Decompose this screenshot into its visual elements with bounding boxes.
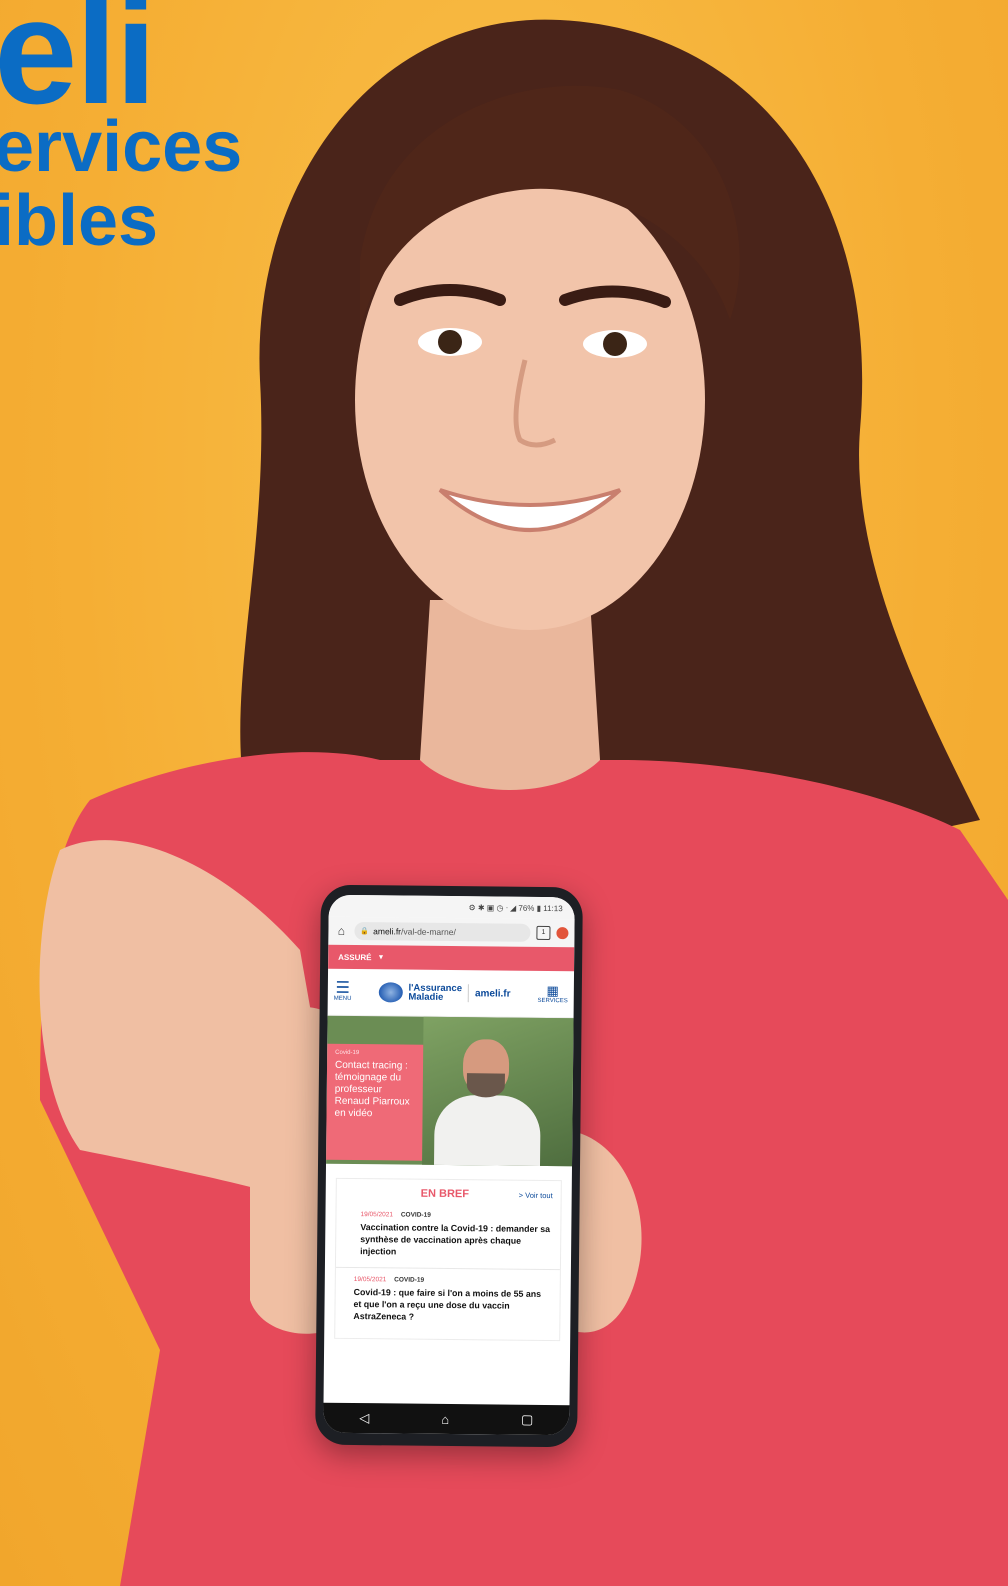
news-item[interactable]: 19/05/2021 COVID-19 Covid-19 : que faire…	[335, 1268, 560, 1334]
doctor-beard	[466, 1073, 505, 1098]
smartphone: ⚙ ✱ ▣ ◷ ᐧ ◢ 76% ▮ 11:13 ⌂ 🔒 ameli.fr/val…	[315, 884, 583, 1448]
news-brief-section: EN BREF > Voir tout 19/05/2021 COVID-19 …	[334, 1177, 562, 1342]
news-tag: COVID-19	[394, 1276, 425, 1284]
news-title: Covid-19 : que faire si l'on a moins de …	[353, 1287, 542, 1322]
caret-down-icon: ▼	[377, 953, 385, 961]
back-icon[interactable]: ◁	[359, 1410, 369, 1426]
headline: eli ervices ibles	[0, 0, 242, 258]
assure-label: ASSURÉ	[338, 952, 372, 962]
assurance-maladie-logo-icon	[378, 982, 403, 1003]
home-nav-icon[interactable]: ⌂	[441, 1411, 449, 1426]
see-all-link[interactable]: > Voir tout	[519, 1190, 553, 1199]
recents-icon[interactable]: ▢	[521, 1412, 533, 1428]
news-tag: COVID-19	[400, 1211, 431, 1219]
lock-icon: 🔒	[360, 928, 370, 936]
news-meta: 19/05/2021 COVID-19	[354, 1276, 550, 1285]
url-field[interactable]: 🔒 ameli.fr/val-de-marne/	[354, 921, 531, 942]
logo-ameli: ameli.fr	[474, 987, 511, 1000]
hero-card: Covid-19 Contact tracing : témoignage du…	[326, 1043, 424, 1161]
url-host: ameli.fr	[373, 926, 402, 937]
brand-title: eli	[0, 0, 157, 135]
browser-menu-icon[interactable]	[556, 927, 569, 940]
brief-header: EN BREF > Voir tout	[337, 1179, 561, 1205]
site-logo[interactable]: l'Assurance Maladie ameli.fr	[378, 982, 511, 1003]
hero-banner[interactable]: Covid-19 Contact tracing : témoignage du…	[326, 1015, 574, 1167]
menu-button[interactable]: ☰ MENU	[333, 979, 352, 1002]
url-path: /val-de-marne/	[400, 926, 456, 938]
site-header: ☰ MENU l'Assurance Maladie ameli.fr ▦ SE…	[327, 968, 575, 1019]
hero-photo	[422, 1016, 574, 1167]
brief-title: EN BREF	[420, 1187, 470, 1201]
doctor-coat	[434, 1094, 541, 1166]
logo-separator	[467, 984, 470, 1003]
news-meta: 19/05/2021 COVID-19	[360, 1211, 550, 1220]
services-button[interactable]: ▦ SERVICES	[537, 983, 568, 1005]
news-date: 19/05/2021	[360, 1211, 394, 1219]
menu-label: MENU	[333, 995, 352, 1002]
tab-count-button[interactable]: 1	[536, 925, 551, 941]
home-icon[interactable]: ⌂	[334, 924, 348, 938]
android-nav-bar: ◁ ⌂ ▢	[323, 1402, 570, 1436]
browser-toolbar: ⌂ 🔒 ameli.fr/val-de-marne/ 1	[328, 916, 575, 948]
headline-line-2: ibles	[0, 181, 159, 261]
poster: eli ervices ibles ⚙ ✱ ▣ ◷ ᐧ ◢ 76% ▮ 11:1…	[0, 0, 1008, 1586]
hero-kicker: Covid-19	[335, 1049, 360, 1057]
assure-dropdown[interactable]: ASSURÉ ▼	[328, 944, 575, 972]
news-item[interactable]: 19/05/2021 COVID-19 Vaccination contre l…	[335, 1202, 561, 1271]
news-title: Vaccination contre la Covid-19 : demande…	[360, 1222, 551, 1257]
services-label: SERVICES	[537, 997, 568, 1005]
hamburger-icon: ☰	[335, 979, 350, 997]
grid-icon: ▦	[546, 983, 559, 999]
news-date: 19/05/2021	[353, 1276, 387, 1284]
headline-line-1: ervices	[0, 107, 243, 187]
phone-screen: ⚙ ✱ ▣ ◷ ᐧ ◢ 76% ▮ 11:13 ⌂ 🔒 ameli.fr/val…	[323, 894, 575, 1436]
status-bar: ⚙ ✱ ▣ ◷ ᐧ ◢ 76% ▮ 11:13	[328, 894, 575, 920]
hero-title: Contact tracing : témoignage du professe…	[334, 1059, 410, 1120]
logo-name: l'Assurance Maladie	[408, 983, 462, 1003]
